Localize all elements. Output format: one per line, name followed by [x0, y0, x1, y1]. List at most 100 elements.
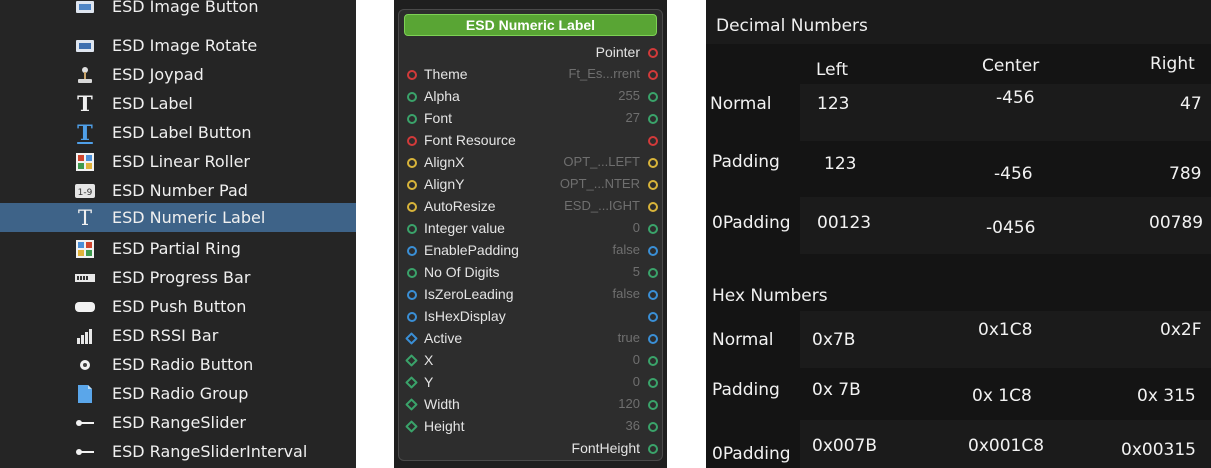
- output-pin-icon[interactable]: [648, 246, 658, 256]
- list-item-esd-number-pad[interactable]: 1-9 ESD Number Pad: [0, 176, 356, 205]
- input-pin-icon[interactable]: [407, 202, 417, 212]
- list-item-esd-radio-button[interactable]: ESD Radio Button: [0, 350, 356, 379]
- prop-row-font-resource[interactable]: Font Resource: [404, 130, 664, 152]
- prop-row-autoresize[interactable]: AutoResize ESD_...IGHT: [404, 196, 664, 218]
- prop-name: AutoResize: [424, 198, 496, 214]
- input-pin-icon[interactable]: [407, 158, 417, 168]
- output-label: FontHeight: [571, 440, 640, 456]
- partial-ring-icon: [75, 239, 95, 259]
- list-item-esd-image-button[interactable]: ESD Image Button: [0, 0, 356, 21]
- input-pin-icon[interactable]: [407, 312, 417, 322]
- list-item-esd-progress-bar[interactable]: ESD Progress Bar: [0, 263, 356, 292]
- list-item-esd-label-button[interactable]: T ESD Label Button: [0, 118, 356, 147]
- input-pin-diamond-icon[interactable]: [405, 332, 418, 345]
- input-pin-icon[interactable]: [407, 92, 417, 102]
- numeric-label-decimal-padding-right: 789: [1169, 164, 1202, 184]
- list-item-esd-rssi-bar[interactable]: ESD RSSI Bar: [0, 321, 356, 350]
- input-pin-icon[interactable]: [407, 136, 417, 146]
- input-pin-diamond-icon[interactable]: [405, 376, 418, 389]
- prop-value: 0: [632, 220, 640, 235]
- output-pin-icon[interactable]: [648, 136, 658, 146]
- prop-row-ishexdisplay[interactable]: IsHexDisplay: [404, 306, 664, 328]
- list-item-esd-rangeslider[interactable]: ESD RangeSlider: [0, 408, 356, 437]
- svg-text:1-9: 1-9: [78, 188, 93, 198]
- output-pin-icon[interactable]: [648, 334, 658, 344]
- numeric-label-hex-0padding-left: 0x007B: [812, 436, 877, 456]
- input-pin-diamond-icon[interactable]: [405, 420, 418, 433]
- prop-name: Active: [424, 330, 463, 346]
- input-pin-icon[interactable]: [407, 224, 417, 234]
- output-pin-icon[interactable]: [648, 422, 658, 432]
- prop-row-iszeroleading[interactable]: IsZeroLeading false: [404, 284, 664, 306]
- output-pin-icon[interactable]: [648, 444, 658, 454]
- output-pin-icon[interactable]: [648, 92, 658, 102]
- prop-row-aligny[interactable]: AlignY OPT_...NTER: [404, 174, 664, 196]
- column-header-right: Right: [1150, 54, 1195, 74]
- prop-value: Ft_Es...rrent: [568, 66, 640, 81]
- list-item-esd-numeric-label[interactable]: T ESD Numeric Label: [0, 203, 356, 232]
- output-pin-icon[interactable]: [648, 312, 658, 322]
- prop-row-theme[interactable]: Theme Ft_Es...rrent: [404, 64, 664, 86]
- numeric-label-icon: T: [77, 205, 92, 230]
- prop-row-font[interactable]: Font 27: [404, 108, 664, 130]
- input-pin-diamond-icon[interactable]: [405, 354, 418, 367]
- output-pin-icon[interactable]: [648, 268, 658, 278]
- output-pin-icon[interactable]: [648, 224, 658, 234]
- prop-row-x[interactable]: X 0: [404, 350, 664, 372]
- output-pin-icon[interactable]: [648, 48, 658, 58]
- input-pin-icon[interactable]: [407, 246, 417, 256]
- list-item-esd-push-button[interactable]: ESD Push Button: [0, 292, 356, 321]
- output-pin-icon[interactable]: [648, 290, 658, 300]
- list-item-esd-joypad[interactable]: ESD Joypad: [0, 60, 356, 89]
- prop-row-integer-value[interactable]: Integer value 0: [404, 218, 664, 240]
- list-item-esd-radio-group[interactable]: ESD Radio Group: [0, 379, 356, 408]
- prop-row-alpha[interactable]: Alpha 255: [404, 86, 664, 108]
- numeric-label-hex-normal-left: 0x7B: [812, 330, 856, 350]
- output-pin-icon[interactable]: [648, 70, 658, 80]
- prop-name: Alpha: [424, 88, 460, 104]
- input-pin-icon[interactable]: [407, 268, 417, 278]
- output-pin-icon[interactable]: [648, 158, 658, 168]
- input-pin-icon[interactable]: [407, 70, 417, 80]
- prop-value: 255: [618, 88, 640, 103]
- numeric-label-decimal-normal-right: 47: [1180, 94, 1202, 114]
- list-item-label: ESD RangeSlider: [112, 413, 247, 432]
- numeric-label-hex-0padding-right: 0x00315: [1121, 440, 1196, 460]
- prop-value: ESD_...IGHT: [564, 198, 640, 213]
- prop-row-y[interactable]: Y 0: [404, 372, 664, 394]
- output-pin-icon[interactable]: [648, 378, 658, 388]
- prop-name: IsHexDisplay: [424, 308, 506, 324]
- prop-row-width[interactable]: Width 120: [404, 394, 664, 416]
- list-item-label: ESD Push Button: [112, 297, 247, 316]
- list-item-esd-partial-ring[interactable]: ESD Partial Ring: [0, 234, 356, 263]
- input-pin-diamond-icon[interactable]: [405, 398, 418, 411]
- prop-name: IsZeroLeading: [424, 286, 514, 302]
- output-pin-icon[interactable]: [648, 400, 658, 410]
- list-item-esd-image-rotate[interactable]: ESD Image Rotate: [0, 31, 356, 60]
- node-output-pointer: Pointer: [404, 42, 664, 64]
- list-item-label: ESD Joypad: [112, 65, 204, 84]
- input-pin-icon[interactable]: [407, 180, 417, 190]
- list-item-esd-linear-roller[interactable]: ESD Linear Roller: [0, 147, 356, 176]
- input-pin-icon[interactable]: [407, 290, 417, 300]
- prop-row-alignx[interactable]: AlignX OPT_...LEFT: [404, 152, 664, 174]
- progress-bar-icon: [75, 268, 95, 288]
- prop-value: 120: [618, 396, 640, 411]
- input-pin-icon[interactable]: [407, 114, 417, 124]
- output-pin-icon[interactable]: [648, 202, 658, 212]
- node-title[interactable]: ESD Numeric Label: [404, 14, 657, 36]
- list-item-esd-rangesliderinterval[interactable]: ESD RangeSliderInterval: [0, 437, 356, 466]
- list-item-esd-label[interactable]: T ESD Label: [0, 89, 356, 118]
- numeric-label-decimal-0padding-right: 00789: [1149, 213, 1204, 233]
- prop-row-enablepadding[interactable]: EnablePadding false: [404, 240, 664, 262]
- range-slider-icon: [75, 413, 95, 433]
- prop-name: Integer value: [424, 220, 505, 236]
- output-pin-icon[interactable]: [648, 180, 658, 190]
- numeric-label-decimal-0padding-center: -0456: [986, 218, 1036, 238]
- prop-row-height[interactable]: Height 36: [404, 416, 664, 438]
- output-pin-icon[interactable]: [648, 114, 658, 124]
- column-header-left: Left: [816, 60, 848, 80]
- output-pin-icon[interactable]: [648, 356, 658, 366]
- prop-row-no-of-digits[interactable]: No Of Digits 5: [404, 262, 664, 284]
- prop-row-active[interactable]: Active true: [404, 328, 664, 350]
